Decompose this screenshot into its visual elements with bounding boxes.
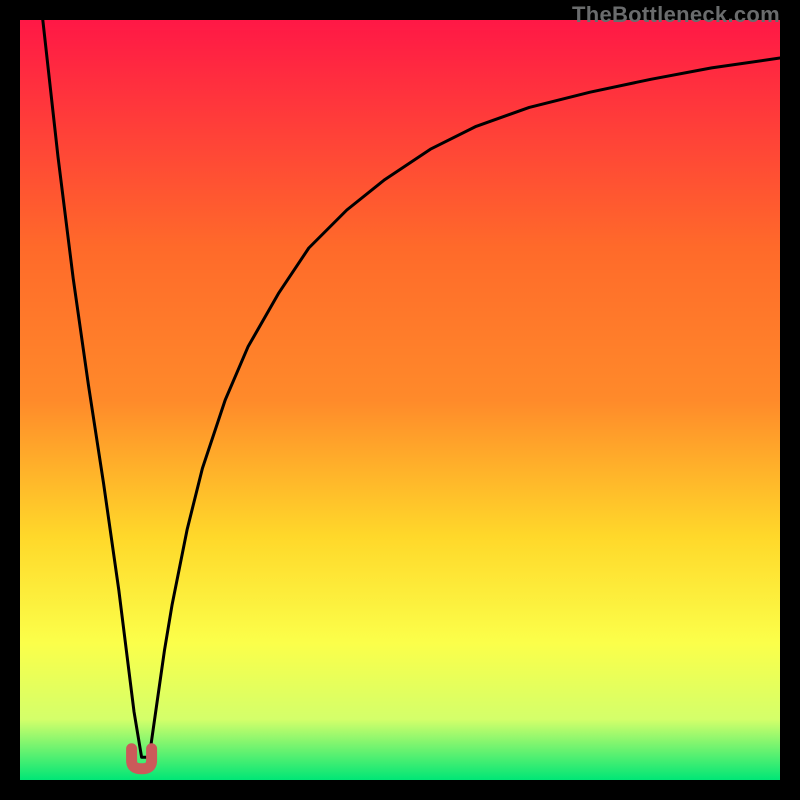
watermark-text: TheBottleneck.com — [572, 2, 780, 28]
chart-container: TheBottleneck.com — [0, 0, 800, 800]
plot-svg — [20, 20, 780, 780]
plot-area — [20, 20, 780, 780]
gradient-background — [20, 20, 780, 780]
